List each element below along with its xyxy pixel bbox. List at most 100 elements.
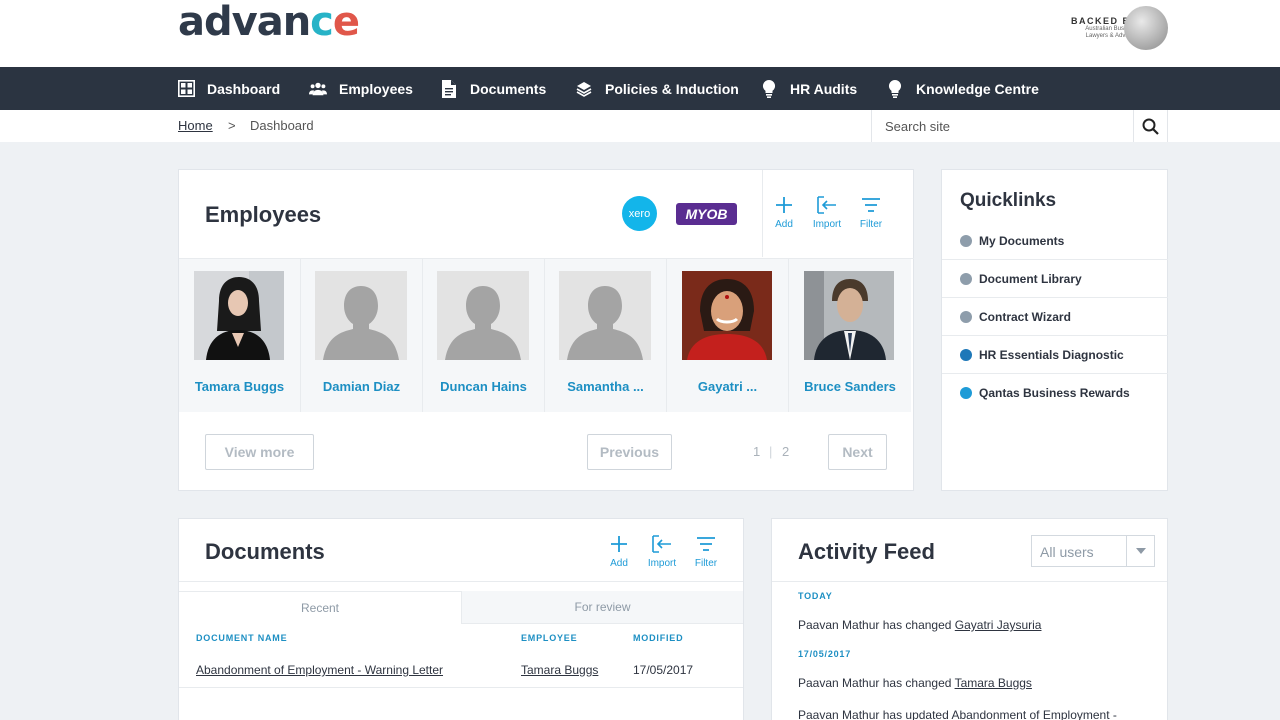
quicklink-label: My Documents: [979, 234, 1065, 248]
previous-page-button[interactable]: Previous: [587, 434, 672, 470]
nav-item-dashboard[interactable]: Dashboard: [177, 67, 280, 110]
nav-label: HR Audits: [790, 80, 858, 97]
nav-label: Knowledge Centre: [916, 80, 1039, 97]
breadcrumb-current: Dashboard: [250, 118, 314, 133]
nav-item-knowledge-centre[interactable]: Knowledge Centre: [886, 67, 1039, 110]
breadcrumb-bar: Home > Dashboard: [0, 110, 1280, 142]
import-label: Import: [812, 219, 842, 230]
quicklink-dot: [960, 386, 972, 399]
view-more-label: View more: [224, 444, 295, 460]
employee-name[interactable]: Gayatri ...: [667, 379, 788, 394]
modified-date: 17/05/2017: [633, 663, 694, 677]
abla-seal-icon: [1124, 6, 1168, 50]
myob-integration-button[interactable]: MYOB: [676, 203, 737, 225]
feed-entry-text: Paavan Mathur has updated: [798, 708, 952, 720]
column-document-name[interactable]: DOCUMENT NAME: [196, 633, 287, 643]
add-label: Add: [610, 558, 628, 569]
document-import-button[interactable]: Import: [642, 533, 682, 569]
employee-photo: [194, 271, 284, 360]
feed-divider: [772, 581, 1167, 582]
document-icon: [440, 79, 458, 98]
employee-name[interactable]: Damian Diaz: [301, 379, 422, 394]
search-input[interactable]: [872, 110, 1134, 142]
employee-card[interactable]: Bruce Sanders: [789, 259, 911, 412]
quicklink-document-library[interactable]: Document Library: [942, 259, 1168, 297]
feed-entry-link[interactable]: Gayatri Jaysuria: [955, 618, 1042, 632]
nav-label: Documents: [470, 80, 547, 97]
plus-icon: [611, 536, 627, 552]
quicklink-hr-essentials[interactable]: HR Essentials Diagnostic: [942, 335, 1168, 373]
logo-prefix: HR: [180, 0, 206, 2]
quicklink-my-documents[interactable]: My Documents: [942, 222, 1168, 260]
user-filter-select[interactable]: All users: [1031, 535, 1155, 567]
chevron-down-icon: [1126, 536, 1154, 566]
backed-by-badge: BACKED BY Australian Business Lawyers & …: [1020, 6, 1168, 50]
employee-name[interactable]: Bruce Sanders: [789, 379, 911, 394]
employee-card[interactable]: Duncan Hains: [423, 259, 545, 412]
nav-item-employees[interactable]: Employees: [309, 67, 413, 110]
site-search: [871, 110, 1168, 142]
quicklinks-card: Quicklinks My Documents Document Library…: [941, 169, 1168, 491]
page-separator: |: [769, 444, 773, 459]
quicklink-dot: [960, 235, 972, 247]
quicklink-dot: [960, 310, 972, 323]
import-label: Import: [647, 558, 677, 569]
search-button[interactable]: [1133, 110, 1168, 142]
employee-photo: [804, 271, 894, 360]
feed-entry-link[interactable]: Tamara Buggs: [955, 676, 1032, 690]
employee-card[interactable]: Damian Diaz: [301, 259, 423, 412]
page-2-link[interactable]: 2: [782, 444, 789, 459]
feed-entry-text: Paavan Mathur has changed: [798, 618, 955, 632]
hr-advance-logo[interactable]: HR advance: [178, 0, 360, 42]
employee-photo-placeholder: [437, 271, 529, 360]
employee-card[interactable]: Samantha ...: [545, 259, 667, 412]
next-page-button[interactable]: Next: [828, 434, 887, 470]
employee-name[interactable]: Duncan Hains: [423, 379, 544, 394]
column-modified[interactable]: MODIFIED: [633, 633, 683, 643]
feed-date-heading: TODAY: [798, 591, 833, 601]
documents-card: Documents Add Import Filter Recent For r…: [178, 518, 744, 720]
page-1-link[interactable]: 1: [753, 444, 760, 459]
nav-item-policies[interactable]: Policies & Induction: [575, 67, 739, 110]
next-label: Next: [842, 444, 873, 460]
document-filter-button[interactable]: Filter: [686, 533, 726, 569]
employee-card[interactable]: Tamara Buggs: [179, 259, 301, 412]
user-filter-value: All users: [1040, 544, 1094, 560]
employee-name[interactable]: Tamara Buggs: [179, 379, 300, 394]
employee-link[interactable]: Tamara Buggs: [521, 663, 598, 677]
document-add-button[interactable]: Add: [599, 533, 639, 569]
quicklink-contract-wizard[interactable]: Contract Wizard: [942, 297, 1168, 335]
tab-recent[interactable]: Recent: [179, 591, 462, 624]
feed-entry: Paavan Mathur has updated Abandonment of…: [798, 708, 1117, 720]
column-employee[interactable]: EMPLOYEE: [521, 633, 577, 643]
add-label: Add: [775, 219, 793, 230]
employee-import-button[interactable]: Import: [807, 194, 847, 230]
xero-integration-button[interactable]: xero: [622, 196, 657, 231]
feed-entry-text: Paavan Mathur has changed: [798, 676, 955, 690]
employee-photo: [682, 271, 772, 360]
document-link[interactable]: Abandonment of Employment - Warning Lett…: [196, 663, 443, 677]
employee-name[interactable]: Samantha ...: [545, 379, 666, 394]
filter-icon: [697, 537, 715, 551]
employee-card[interactable]: Gayatri ...: [667, 259, 789, 412]
view-more-button[interactable]: View more: [205, 434, 314, 470]
quicklink-qantas[interactable]: Qantas Business Rewards: [942, 373, 1168, 411]
tab-label: Recent: [300, 601, 340, 615]
employee-add-button[interactable]: Add: [764, 194, 804, 230]
feed-entry-link[interactable]: Abandonment of Employment -: [951, 708, 1116, 720]
plus-icon: [776, 197, 792, 213]
nav-item-documents[interactable]: Documents: [440, 67, 546, 110]
feed-entry: Paavan Mathur has changed Tamara Buggs: [798, 676, 1032, 690]
tab-label: For review: [574, 600, 631, 614]
filter-label: Filter: [694, 558, 718, 569]
previous-label: Previous: [599, 444, 660, 460]
nav-label: Dashboard: [207, 80, 281, 97]
breadcrumb-home-link[interactable]: Home: [178, 118, 213, 133]
tab-for-review[interactable]: For review: [462, 591, 743, 624]
documents-tabs: Recent For review: [179, 591, 743, 624]
quicklink-dot: [960, 272, 972, 285]
feed-date-heading: 17/05/2017: [798, 649, 852, 659]
nav-item-hr-audits[interactable]: HR Audits: [760, 67, 857, 110]
filter-icon: [862, 198, 880, 212]
employee-filter-button[interactable]: Filter: [851, 194, 891, 230]
